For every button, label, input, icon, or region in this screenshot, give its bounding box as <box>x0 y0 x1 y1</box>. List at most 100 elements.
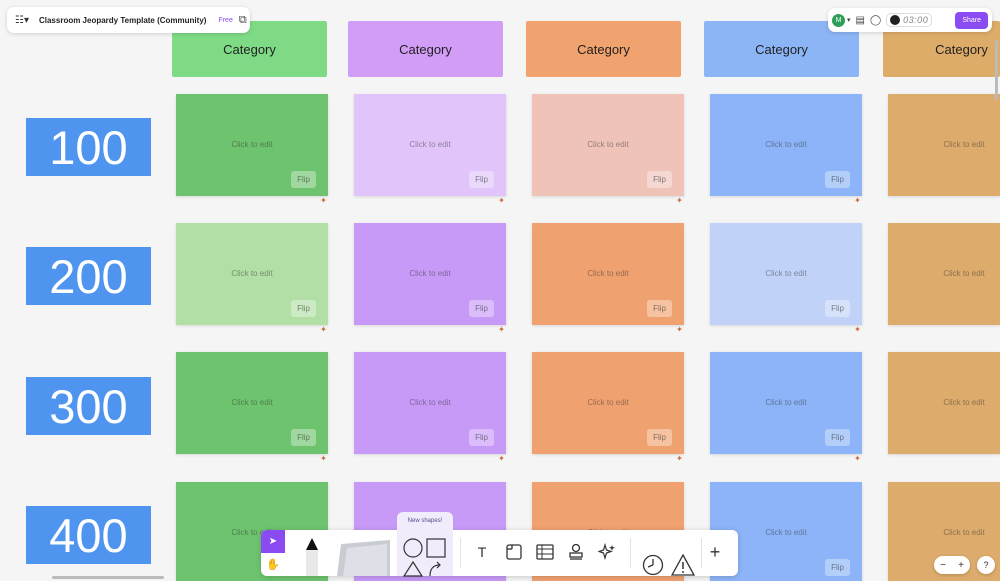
question-card[interactable]: Click to edit Flip <box>710 352 862 454</box>
card-placeholder-text[interactable]: Click to edit <box>532 140 684 149</box>
share-button[interactable]: Share <box>955 11 988 29</box>
new-shapes-label: New shapes! <box>397 512 453 530</box>
timer[interactable]: 03:00 <box>886 13 933 27</box>
board-canvas[interactable]: Category Category Category Category Cate… <box>0 0 1000 581</box>
question-card[interactable]: Click to edit Flip <box>176 352 328 454</box>
hand-tool-icon[interactable]: ✋ <box>261 553 285 576</box>
duplicate-icon[interactable]: ⧉ <box>239 14 247 27</box>
question-card[interactable]: Click to edit Flip <box>532 352 684 454</box>
arrow-shape-icon[interactable] <box>426 561 446 577</box>
toolbar-divider <box>460 538 461 568</box>
stamp-tool-icon[interactable] <box>567 543 585 561</box>
card-placeholder-text[interactable]: Click to edit <box>176 269 328 278</box>
help-button[interactable]: ? <box>977 556 995 574</box>
question-card[interactable]: Click to edit Flip <box>532 223 684 325</box>
points-200[interactable]: 200 <box>26 247 151 305</box>
zoom-in-button[interactable]: + <box>958 560 964 571</box>
card-placeholder-text[interactable]: Click to edit <box>710 140 862 149</box>
card-placeholder-text[interactable]: Click to edit <box>888 528 1000 537</box>
flip-button[interactable]: Flip <box>825 429 850 446</box>
collaboration-bar: M ▾ ▤ ◯ 03:00 Share <box>828 8 992 32</box>
flip-button[interactable]: Flip <box>469 300 494 317</box>
stamp-icon: ✦ <box>676 325 683 334</box>
flip-button[interactable]: Flip <box>825 300 850 317</box>
chevron-down-icon[interactable]: ▾ <box>847 16 851 24</box>
flip-button[interactable]: Flip <box>469 429 494 446</box>
flip-button[interactable]: Flip <box>647 171 672 188</box>
card-placeholder-text[interactable]: Click to edit <box>888 140 1000 149</box>
stamp-icon: ✦ <box>676 196 683 205</box>
stamp-icon: ✦ <box>320 325 327 334</box>
square-shape-icon[interactable] <box>426 538 446 558</box>
timer-icon <box>890 15 901 25</box>
question-card[interactable]: Click to edit Flip <box>710 223 862 325</box>
flip-button[interactable]: Flip <box>469 171 494 188</box>
frame-tool-icon[interactable] <box>505 543 523 561</box>
flip-button[interactable]: Flip <box>825 559 850 576</box>
bottom-toolbar: ➤ ✋ <box>261 530 738 576</box>
stamp-icon: ✦ <box>854 196 861 205</box>
card-placeholder-text[interactable]: Click to edit <box>888 269 1000 278</box>
table-tool-icon[interactable] <box>536 543 554 561</box>
question-card[interactable]: Click to edit <box>888 94 1000 196</box>
card-placeholder-text[interactable]: Click to edit <box>354 398 506 407</box>
triangle-shape-icon[interactable] <box>403 561 423 577</box>
flip-button[interactable]: Flip <box>647 429 672 446</box>
warning-icon[interactable] <box>671 554 695 576</box>
card-placeholder-text[interactable]: Click to edit <box>710 398 862 407</box>
timer-tool-icon[interactable] <box>642 554 664 576</box>
flip-button[interactable]: Flip <box>291 300 316 317</box>
card-placeholder-text[interactable]: Click to edit <box>888 398 1000 407</box>
question-card[interactable]: Click to edit Flip <box>354 223 506 325</box>
add-tool-button[interactable]: + <box>704 541 726 563</box>
stamp-icon: ✦ <box>498 196 505 205</box>
sticky-note-tool-icon[interactable] <box>335 538 395 576</box>
comment-icon[interactable]: ◯ <box>870 15 881 26</box>
stamp-icon: ✦ <box>676 454 683 463</box>
card-placeholder-text[interactable]: Click to edit <box>354 269 506 278</box>
board-menu-icon[interactable]: ☷▾ <box>15 15 29 26</box>
plan-badge[interactable]: Free <box>218 17 232 24</box>
flip-button[interactable]: Flip <box>291 429 316 446</box>
question-card[interactable]: Click to edit <box>888 223 1000 325</box>
question-card[interactable]: Click to edit Flip <box>354 352 506 454</box>
card-placeholder-text[interactable]: Click to edit <box>532 398 684 407</box>
avatar[interactable]: M <box>832 13 845 27</box>
category-header[interactable]: Category <box>526 21 681 77</box>
pen-tool-icon[interactable] <box>302 538 322 576</box>
question-card[interactable]: Click to edit Flip <box>532 94 684 196</box>
layout-icon[interactable]: ▤ <box>856 15 865 26</box>
card-placeholder-text[interactable]: Click to edit <box>710 269 862 278</box>
points-300[interactable]: 300 <box>26 377 151 435</box>
stamp-icon: ✦ <box>498 454 505 463</box>
stamp-icon: ✦ <box>854 325 861 334</box>
question-card[interactable]: Click to edit Flip <box>176 94 328 196</box>
question-card[interactable]: Click to edit <box>888 352 1000 454</box>
text-tool-icon[interactable]: T <box>471 541 493 563</box>
toolbar-divider <box>701 538 702 568</box>
points-400[interactable]: 400 <box>26 506 151 564</box>
select-tool-icon[interactable]: ➤ <box>261 530 285 553</box>
horizontal-scrollbar[interactable] <box>52 576 164 579</box>
flip-button[interactable]: Flip <box>825 171 850 188</box>
ai-sparkle-icon[interactable] <box>598 543 616 561</box>
toolbar-divider <box>630 538 631 568</box>
circle-shape-icon[interactable] <box>403 538 423 558</box>
question-card[interactable]: Click to edit Flip <box>354 94 506 196</box>
card-placeholder-text[interactable]: Click to edit <box>176 140 328 149</box>
flip-button[interactable]: Flip <box>647 300 672 317</box>
stamp-icon: ✦ <box>320 454 327 463</box>
card-placeholder-text[interactable]: Click to edit <box>176 398 328 407</box>
question-card[interactable]: Click to edit Flip <box>710 94 862 196</box>
card-placeholder-text[interactable]: Click to edit <box>354 140 506 149</box>
flip-button[interactable]: Flip <box>291 171 316 188</box>
zoom-out-button[interactable]: − <box>940 560 946 571</box>
question-card[interactable]: Click to edit Flip <box>176 223 328 325</box>
category-header[interactable]: Category <box>348 21 503 77</box>
card-placeholder-text[interactable]: Click to edit <box>532 269 684 278</box>
document-title[interactable]: Classroom Jeopardy Template (Community) <box>39 16 206 25</box>
points-100[interactable]: 100 <box>26 118 151 176</box>
stamp-icon: ✦ <box>854 454 861 463</box>
stamp-icon: ✦ <box>498 325 505 334</box>
vertical-scrollbar[interactable] <box>995 40 998 100</box>
